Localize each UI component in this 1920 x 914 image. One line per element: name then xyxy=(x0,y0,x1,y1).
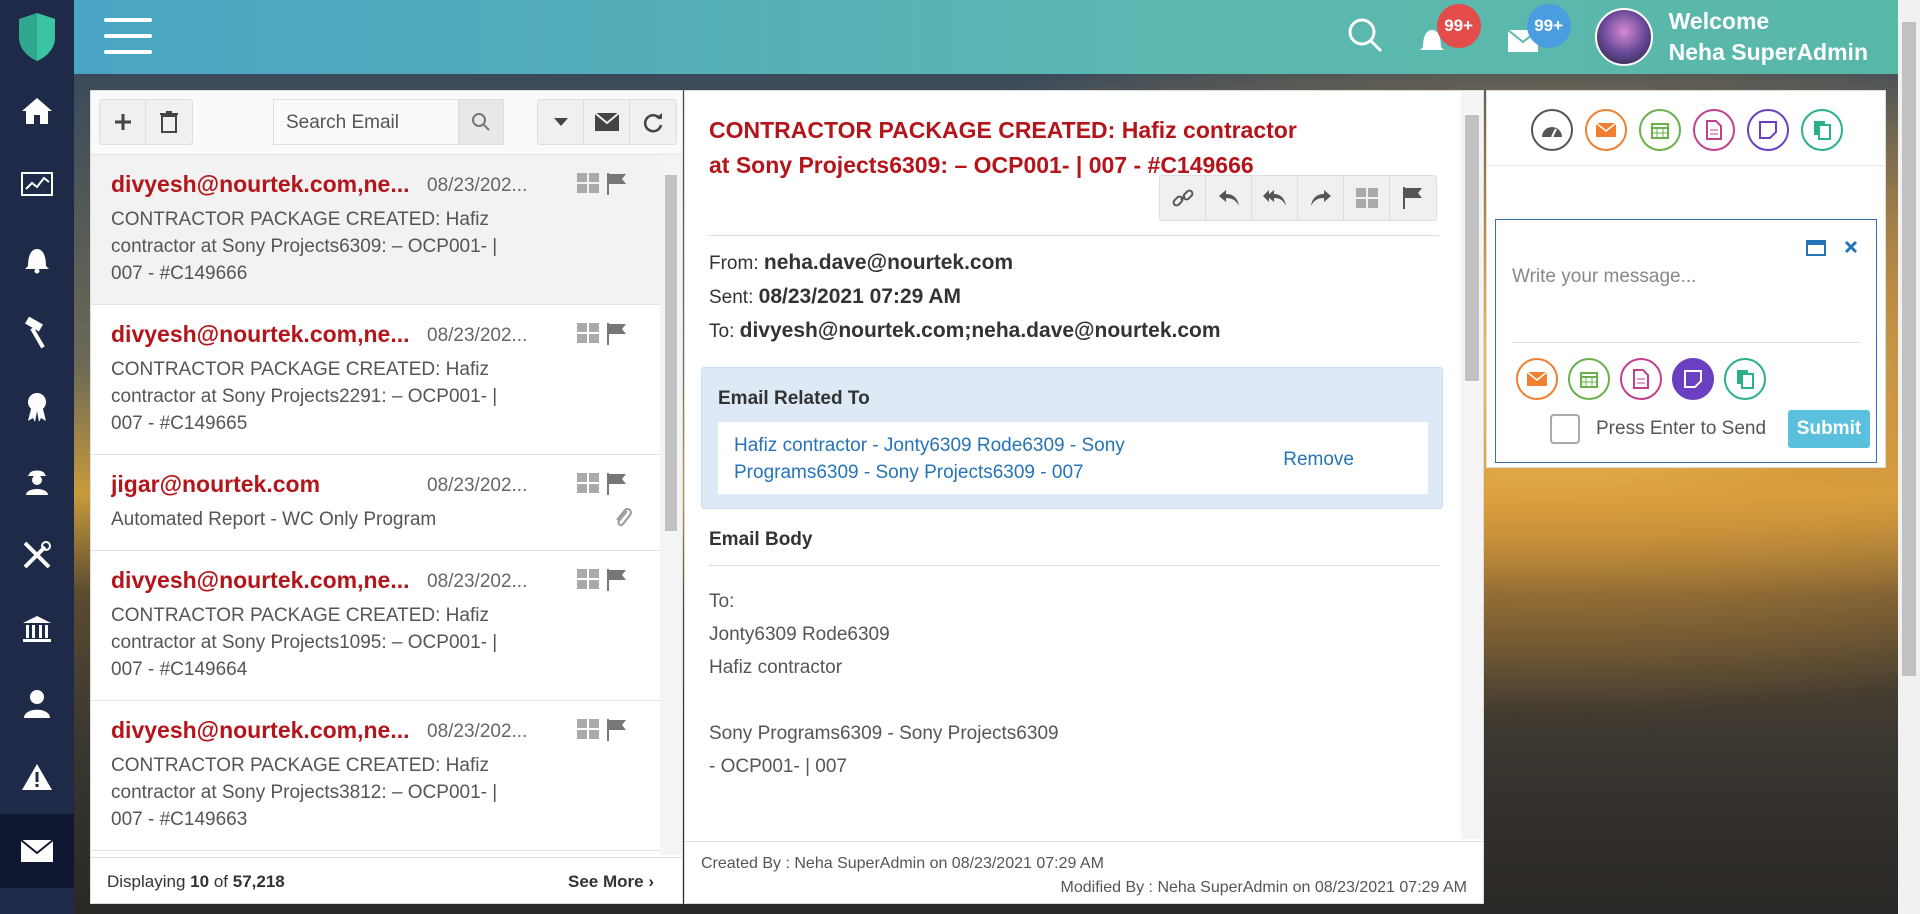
paperclip-icon xyxy=(613,505,633,534)
remove-link[interactable]: Remove xyxy=(1283,446,1354,473)
flag-icon[interactable] xyxy=(607,719,627,746)
message-input[interactable]: Write your message... xyxy=(1512,266,1696,288)
document-icon[interactable] xyxy=(1620,358,1662,400)
forward-icon[interactable] xyxy=(1298,176,1344,220)
grid-icon[interactable] xyxy=(577,473,599,500)
grid-icon[interactable] xyxy=(577,323,599,350)
list-scrollbar[interactable] xyxy=(660,155,682,855)
reply-icon[interactable] xyxy=(1206,176,1252,220)
calendar-icon[interactable] xyxy=(1568,358,1610,400)
welcome-text: Welcome Neha SuperAdmin xyxy=(1668,8,1868,65)
flag-icon[interactable] xyxy=(607,173,627,200)
dashboard-icon[interactable] xyxy=(0,148,74,222)
bell-icon[interactable] xyxy=(0,222,74,296)
email-list-panel: Search Email divyesh@nourtek.com,ne... 0… xyxy=(90,90,683,904)
email-body: To: Jonty6309 Rode6309 Hafiz contractor … xyxy=(709,591,1059,777)
logo[interactable] xyxy=(0,0,74,74)
chat-box: Write your message... Press Enter to Sen… xyxy=(1495,219,1877,463)
warning-icon[interactable] xyxy=(0,740,74,814)
sent-row: Sent: 08/23/2021 07:29 AM xyxy=(709,285,962,308)
grid-icon[interactable] xyxy=(1344,176,1390,220)
flag-icon[interactable] xyxy=(607,473,627,500)
grid-icon[interactable] xyxy=(577,173,599,200)
email-icon[interactable] xyxy=(1585,109,1627,151)
bank-icon[interactable] xyxy=(0,592,74,666)
tools-icon[interactable] xyxy=(0,518,74,592)
home-icon[interactable] xyxy=(0,74,74,148)
document-icon[interactable] xyxy=(1693,109,1735,151)
detail-scrollbar[interactable] xyxy=(1461,91,1483,839)
chat-panel: Write your message... Press Enter to Sen… xyxy=(1486,90,1886,468)
worker-icon[interactable] xyxy=(0,444,74,518)
messages-badge: 99+ xyxy=(1526,4,1571,48)
copy-icon[interactable] xyxy=(1724,358,1766,400)
close-icon[interactable] xyxy=(1844,240,1858,259)
add-button[interactable] xyxy=(100,100,146,144)
email-subject: CONTRACTOR PACKAGE CREATED: Hafiz contra… xyxy=(709,117,1297,178)
press-enter-label: Press Enter to Send xyxy=(1596,418,1767,439)
search-input[interactable]: Search Email xyxy=(273,99,459,145)
mail-icon[interactable] xyxy=(0,814,74,888)
email-icon[interactable] xyxy=(1516,358,1558,400)
email-detail-panel: CONTRACTOR PACKAGE CREATED: Hafiz contra… xyxy=(684,90,1484,904)
email-related-section: Email Related To Hafiz contractor - Jont… xyxy=(701,367,1443,509)
submit-button[interactable]: Submit xyxy=(1788,410,1870,448)
dashboard-icon[interactable] xyxy=(1531,109,1573,151)
refresh-icon[interactable] xyxy=(630,100,676,144)
search-button[interactable] xyxy=(458,99,504,145)
search-icon[interactable] xyxy=(1347,17,1383,58)
envelope-icon[interactable] xyxy=(584,100,630,144)
maximize-icon[interactable] xyxy=(1806,240,1826,261)
notifications-badge: 99+ xyxy=(1436,4,1481,48)
email-body-title: Email Body xyxy=(709,529,813,550)
page-scrollbar[interactable] xyxy=(1898,0,1920,914)
flag-icon[interactable] xyxy=(607,323,627,350)
flag-icon[interactable] xyxy=(607,569,627,596)
list-item[interactable]: jigar@nourtek.com 08/23/202... Automated… xyxy=(91,455,661,551)
list-item[interactable]: divyesh@nourtek.com,ne... 08/23/202... C… xyxy=(91,551,661,701)
list-item[interactable]: divyesh@nourtek.com,ne... 08/23/202... C… xyxy=(91,305,661,455)
calendar-icon[interactable] xyxy=(1639,109,1681,151)
flag-icon[interactable] xyxy=(1390,176,1436,220)
email-list: divyesh@nourtek.com,ne... 08/23/202... C… xyxy=(91,155,682,855)
messages-button[interactable]: 99+ xyxy=(1507,4,1571,57)
top-bar: 99+ 99+ Welcome Neha SuperAdmin xyxy=(74,0,1898,74)
notifications-button[interactable]: 99+ xyxy=(1417,4,1481,57)
detail-toolbar xyxy=(1159,175,1437,221)
note-icon[interactable] xyxy=(1672,358,1714,400)
press-enter-checkbox[interactable] xyxy=(1550,414,1580,444)
list-item[interactable]: divyesh@nourtek.com,ne... 08/23/202... C… xyxy=(91,701,661,851)
see-more-link[interactable]: See More › xyxy=(568,872,654,892)
from-row: From: neha.dave@nourtek.com xyxy=(709,251,1014,274)
grid-icon[interactable] xyxy=(577,569,599,596)
list-item[interactable]: divyesh@nourtek.com,ne... 08/23/202... C… xyxy=(91,155,661,305)
copy-icon[interactable] xyxy=(1801,109,1843,151)
detail-footer: Created By : Neha SuperAdmin on 08/23/20… xyxy=(685,841,1483,903)
list-footer: Displaying 10 of 57,218 See More › xyxy=(91,857,682,903)
hamburger-menu-icon[interactable] xyxy=(104,18,152,54)
chevron-down-icon[interactable] xyxy=(538,100,584,144)
avatar[interactable] xyxy=(1594,8,1653,66)
list-toolbar: Search Email xyxy=(91,91,682,155)
badge-icon[interactable] xyxy=(0,370,74,444)
delete-button[interactable] xyxy=(146,100,192,144)
to-row: To: divyesh@nourtek.com;neha.dave@nourte… xyxy=(709,319,1221,342)
grid-icon[interactable] xyxy=(577,719,599,746)
user-icon[interactable] xyxy=(0,666,74,740)
hammer-icon[interactable] xyxy=(0,296,74,370)
note-icon[interactable] xyxy=(1747,109,1789,151)
reply-all-icon[interactable] xyxy=(1252,176,1298,220)
link-icon[interactable] xyxy=(1160,176,1206,220)
sidebar xyxy=(0,0,74,914)
